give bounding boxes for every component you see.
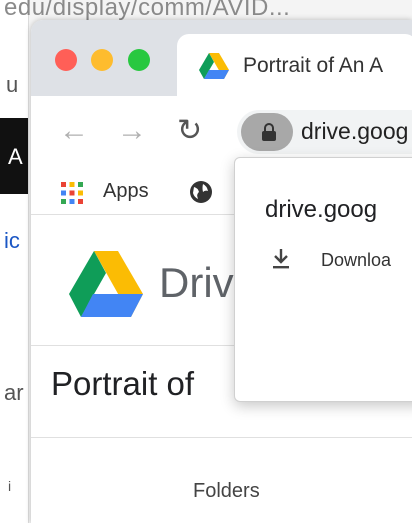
tab-title: Portrait of An A — [243, 54, 384, 77]
background-text-fragment: i — [8, 478, 12, 494]
background-link-fragment[interactable]: ic — [4, 228, 20, 254]
browser-tab[interactable]: Portrait of An A — [177, 34, 412, 96]
lock-icon — [262, 123, 276, 141]
background-text-fragment: A — [8, 144, 23, 169]
download-icon — [273, 249, 289, 269]
background-text-fragment: u — [6, 72, 19, 97]
address-text: drive.goog — [301, 118, 409, 144]
title-bar: Portrait of An A — [31, 20, 412, 96]
folders-heading: Folders — [193, 480, 260, 502]
site-info-popup: drive.goog Downloa — [234, 157, 412, 402]
address-bar[interactable]: drive.goog — [237, 110, 412, 154]
arrow-left-icon[interactable]: ← — [59, 114, 89, 148]
apps-bookmark[interactable]: Apps — [103, 180, 149, 203]
google-drive-logo — [69, 251, 143, 317]
apps-grid-icon[interactable] — [61, 182, 83, 204]
popup-host: drive.goog — [265, 196, 378, 223]
close-window-button[interactable] — [55, 49, 77, 71]
maximize-window-button[interactable] — [128, 49, 150, 71]
divider — [31, 437, 412, 438]
minimize-window-button[interactable] — [91, 49, 113, 71]
document-title: Portrait of — [51, 365, 195, 402]
site-info-button[interactable] — [241, 113, 293, 151]
google-drive-icon — [199, 53, 229, 79]
background-text-fragment: ar — [4, 380, 24, 405]
reload-icon[interactable]: ↻ — [177, 114, 202, 148]
arrow-right-icon[interactable]: → — [117, 114, 147, 148]
globe-icon[interactable] — [189, 180, 213, 204]
background-url-text: edu/display/comm/AVID... — [4, 0, 291, 21]
download-item[interactable]: Downloa — [321, 250, 391, 271]
